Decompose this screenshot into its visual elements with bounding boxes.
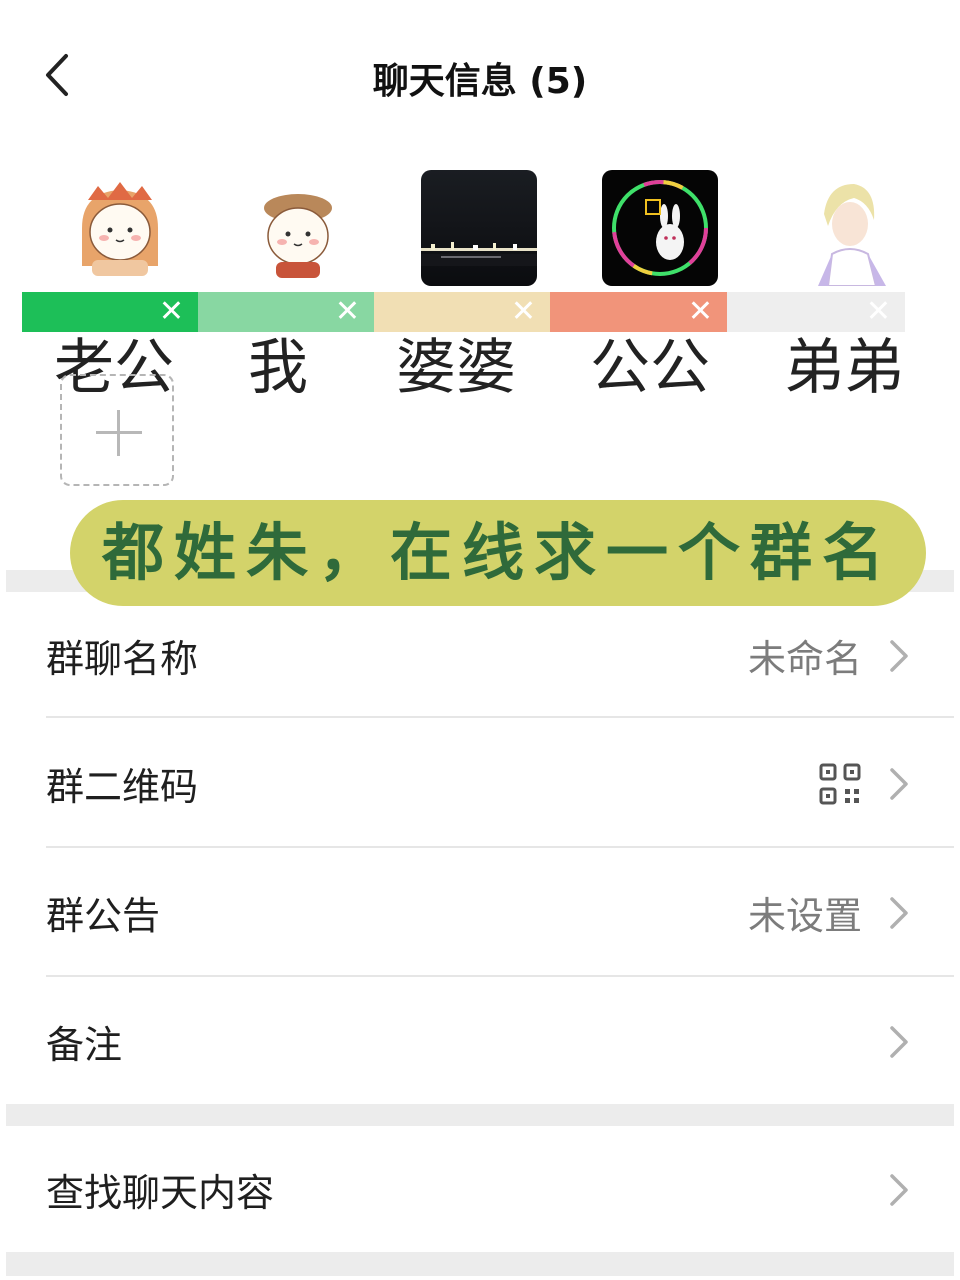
add-member-button[interactable] xyxy=(60,374,174,486)
page-title: 聊天信息 (5) xyxy=(372,61,588,102)
divider xyxy=(46,716,954,718)
row-label: 备注 xyxy=(46,1023,123,1067)
divider xyxy=(46,975,954,977)
row-label: 群聊名称 xyxy=(46,637,199,681)
row-label: 群公告 xyxy=(46,894,161,938)
member-bar-3: ✕ xyxy=(374,292,550,332)
header: 聊天信息 (5) xyxy=(0,0,960,150)
section-separator xyxy=(6,1252,954,1276)
row-label: 查找聊天内容 xyxy=(46,1171,275,1215)
divider xyxy=(46,846,954,848)
row-value: 未设置 xyxy=(747,894,862,938)
chevron-right-icon xyxy=(890,1174,908,1206)
row-value: 未命名 xyxy=(747,637,862,681)
remove-member-icon[interactable]: ✕ xyxy=(866,294,891,330)
row-remark[interactable]: 备注 xyxy=(6,978,954,1106)
row-group-name[interactable]: 群聊名称 未命名 xyxy=(6,592,954,720)
member-bar-4: ✕ xyxy=(550,292,727,332)
section-separator xyxy=(6,1104,954,1126)
avatar-member-2[interactable] xyxy=(240,170,356,286)
qr-code-icon xyxy=(819,763,861,805)
remove-member-icon[interactable]: ✕ xyxy=(335,294,360,330)
avatar-member-4[interactable] xyxy=(602,170,718,286)
chevron-right-icon xyxy=(890,640,908,672)
member-bar-2: ✕ xyxy=(198,292,374,332)
member-name-5: 弟弟 xyxy=(784,333,904,403)
row-group-qr-code[interactable]: 群二维码 xyxy=(6,720,954,848)
chevron-right-icon xyxy=(890,897,908,929)
banner-overlay: 都姓朱，在线求一个群名 xyxy=(70,500,926,606)
avatar-member-5[interactable] xyxy=(788,170,904,286)
member-bar-5: ✕ xyxy=(727,292,905,332)
row-group-announcement[interactable]: 群公告 未设置 xyxy=(6,849,954,977)
member-name-3: 婆婆 xyxy=(396,333,516,403)
member-bar-1: ✕ xyxy=(22,292,198,332)
avatar-member-1[interactable] xyxy=(62,170,178,286)
row-search-chat[interactable]: 查找聊天内容 xyxy=(6,1126,954,1254)
remove-member-icon[interactable]: ✕ xyxy=(511,294,536,330)
member-name-2: 我 xyxy=(248,333,308,403)
chevron-right-icon xyxy=(890,1026,908,1058)
remove-member-icon[interactable]: ✕ xyxy=(159,294,184,330)
banner-text: 都姓朱，在线求一个群名 xyxy=(101,516,894,589)
chevron-right-icon xyxy=(890,768,908,800)
row-label: 群二维码 xyxy=(46,765,199,809)
remove-member-icon[interactable]: ✕ xyxy=(688,294,713,330)
avatar-member-3[interactable] xyxy=(421,170,537,286)
member-name-4: 公公 xyxy=(590,333,710,403)
